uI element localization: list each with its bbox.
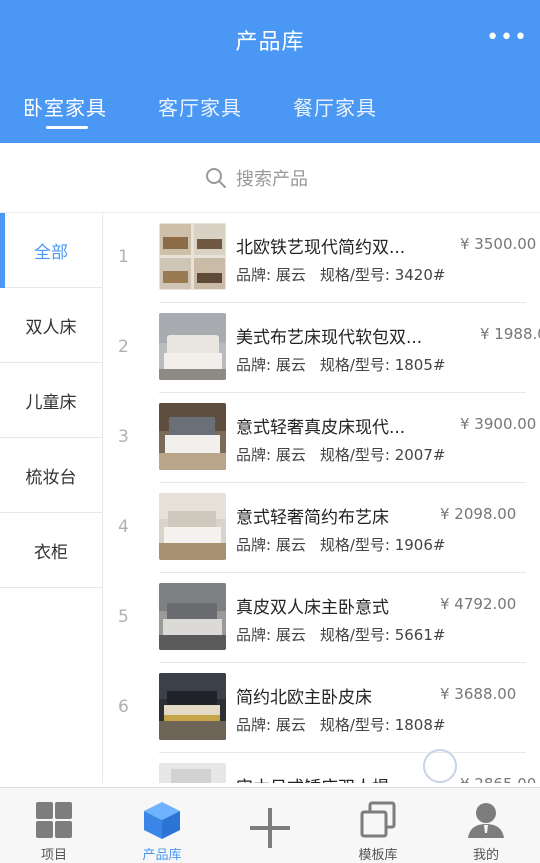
product-name: 北欧铁艺现代简约双...: [236, 238, 406, 258]
user-icon: [468, 803, 504, 838]
product-price: ¥ 2098.00: [440, 505, 517, 523]
product-brand: 品牌: 展云: [236, 716, 306, 734]
search-placeholder: 搜索产品: [236, 169, 308, 190]
product-index: 4: [118, 517, 129, 537]
product-model: 规格/型号: 1805#: [319, 356, 446, 374]
product-index: 2: [118, 337, 129, 357]
product-model: 规格/型号: 1906#: [319, 536, 446, 554]
product-meta: 品牌: 展云 规格/型号: 5661#: [236, 624, 445, 645]
tab-bedroom[interactable]: 卧室家具: [23, 92, 107, 121]
product-model: 规格/型号: 5661#: [319, 626, 446, 644]
product-name: 意式轻奢简约布艺床: [236, 508, 389, 528]
product-brand: 品牌: 展云: [236, 446, 306, 464]
product-thumbnail: [159, 403, 226, 470]
search-bar: 搜索产品: [0, 143, 540, 213]
sidebar-item-double-bed[interactable]: 双人床: [0, 288, 102, 363]
product-price: ¥ 3500.00: [460, 235, 537, 253]
tabbar-item-me[interactable]: 我的: [432, 788, 540, 863]
tab-dining-room[interactable]: 餐厅家具: [293, 92, 377, 121]
product-model: 规格/型号: 3420#: [319, 266, 446, 284]
tabbar-item-templates[interactable]: 模板库: [324, 788, 432, 863]
active-tab-indicator: [46, 126, 88, 129]
search-input[interactable]: 搜索产品: [204, 165, 308, 191]
product-thumbnail: [159, 763, 226, 783]
product-list: 1 北欧铁艺现代简约双... ¥ 3500.00 品牌: 展云 规格/型号: 34…: [104, 213, 540, 783]
product-row[interactable]: 实木日式矮床双人榻 ¥ 2865.00: [104, 753, 540, 783]
product-name: 意式轻奢真皮床现代...: [236, 418, 406, 438]
product-row[interactable]: 6 简约北欧主卧皮床 ¥ 3688.00 品牌: 展云 规格/型号: 1808#: [104, 663, 540, 753]
cube-icon: [144, 802, 180, 839]
product-row[interactable]: 1 北欧铁艺现代简约双... ¥ 3500.00 品牌: 展云 规格/型号: 34…: [104, 213, 540, 303]
sidebar-item-wardrobe[interactable]: 衣柜: [0, 513, 102, 588]
loading-spinner: [423, 749, 457, 783]
product-brand: 品牌: 展云: [236, 536, 306, 554]
plus-icon: [250, 808, 290, 848]
tab-living-room[interactable]: 客厅家具: [158, 92, 242, 121]
product-row[interactable]: 2 美式布艺床现代软包双... ¥ 1988.00 品牌: 展云规格/型号: 1…: [104, 303, 540, 393]
product-brand: 品牌: 展云: [236, 356, 306, 374]
product-row[interactable]: 3 意式轻奢真皮床现代... ¥ 3900.00 品牌: 展云 规格/型号: 20…: [104, 393, 540, 483]
product-price: ¥ 3688.00: [440, 685, 517, 703]
product-price: ¥ 1988.00: [480, 325, 540, 343]
category-tabs: 卧室家具 客厅家具 餐厅家具: [0, 92, 540, 132]
more-menu-button[interactable]: •••: [486, 24, 528, 52]
product-price: ¥ 4792.00: [440, 595, 517, 613]
product-name: 真皮双人床主卧意式: [236, 598, 389, 618]
product-thumbnail: [159, 673, 226, 740]
tabbar-item-add[interactable]: [216, 788, 324, 863]
product-meta: 品牌: 展云 规格/型号: 3420#: [236, 264, 445, 285]
grid-icon: [36, 802, 72, 838]
product-price: ¥ 2865.00: [460, 775, 536, 783]
product-row[interactable]: 4 意式轻奢简约布艺床 ¥ 2098.00 品牌: 展云 规格/型号: 1906#: [104, 483, 540, 573]
product-row[interactable]: 5 真皮双人床主卧意式 ¥ 4792.00 品牌: 展云 规格/型号: 5661#: [104, 573, 540, 663]
product-meta: 品牌: 展云 规格/型号: 1805#: [236, 354, 445, 375]
tabbar-item-products[interactable]: 产品库: [108, 788, 216, 863]
product-brand: 品牌: 展云: [236, 626, 306, 644]
product-thumbnail: [159, 493, 226, 560]
product-brand: 品牌: 展云: [236, 266, 306, 284]
search-icon: [206, 168, 226, 188]
product-meta: 品牌: 展云 规格/型号: 2007#: [236, 444, 445, 465]
tabbar-label: 产品库: [142, 848, 182, 863]
bottom-tab-bar: 项目 产品库 模板库 我的: [0, 787, 540, 863]
product-meta: 品牌: 展云 规格/型号: 1808#: [236, 714, 445, 735]
product-index: 5: [118, 607, 129, 627]
tabbar-label: 项目: [40, 848, 67, 863]
sidebar-item-dresser[interactable]: 梳妆台: [0, 438, 102, 513]
product-index: 3: [118, 427, 129, 447]
product-index: 6: [118, 697, 129, 717]
product-name: 简约北欧主卧皮床: [236, 688, 372, 708]
tabbar-item-projects[interactable]: 项目: [0, 788, 108, 863]
product-name: 实木日式矮床双人榻: [236, 773, 389, 783]
product-name: 美式布艺床现代软包双...: [236, 328, 423, 348]
category-sidebar: 全部 双人床 儿童床 梳妆台 衣柜: [0, 213, 103, 783]
product-model: 规格/型号: 2007#: [319, 446, 446, 464]
page-title: 产品库: [235, 30, 305, 55]
product-meta: 品牌: 展云 规格/型号: 1906#: [236, 534, 445, 555]
product-thumbnail: [159, 313, 226, 380]
app-header: 产品库 ••• 卧室家具 客厅家具 餐厅家具: [0, 0, 540, 143]
tabbar-label: 我的: [472, 848, 499, 863]
sidebar-item-kids-bed[interactable]: 儿童床: [0, 363, 102, 438]
product-price: ¥ 3900.00: [460, 415, 537, 433]
stack-icon: [360, 801, 396, 838]
product-index: 1: [118, 247, 129, 267]
tabbar-label: 模板库: [358, 848, 398, 863]
product-thumbnail: [159, 583, 226, 650]
sidebar-item-all[interactable]: 全部: [0, 213, 102, 288]
product-thumbnail: [159, 223, 226, 290]
product-model: 规格/型号: 1808#: [319, 716, 446, 734]
